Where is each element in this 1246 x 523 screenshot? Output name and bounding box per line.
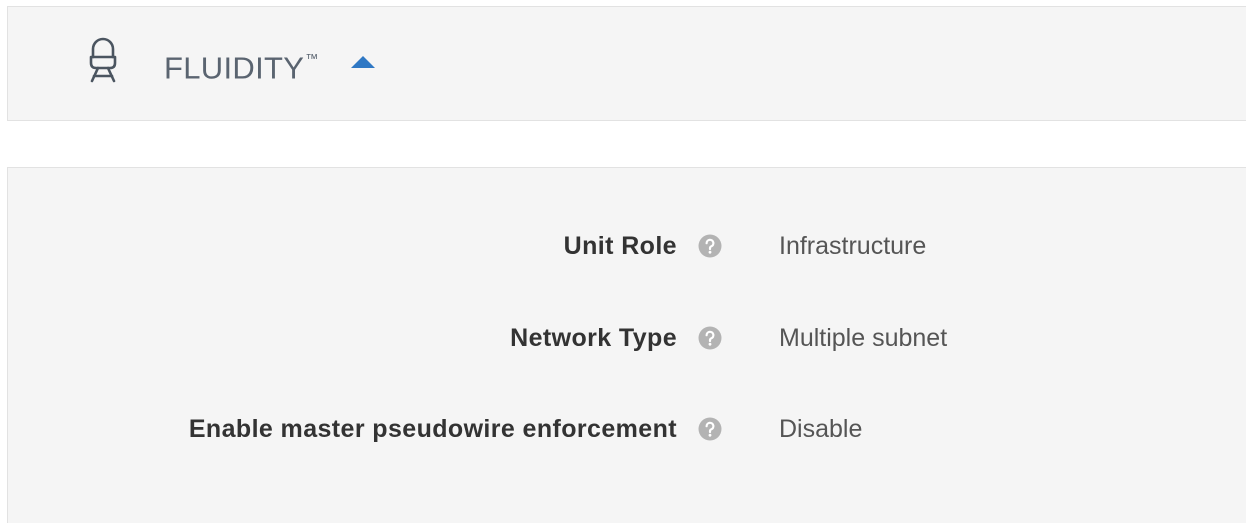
section-title: FLUIDITY™ — [164, 50, 319, 86]
setting-value: Disable — [779, 415, 863, 443]
fluidity-train-icon — [89, 37, 117, 83]
setting-label: Unit Role — [563, 232, 677, 260]
setting-label: Enable master pseudowire enforcement — [188, 415, 677, 443]
setting-row-master-pseudowire-enforcement: Enable master pseudowire enforcement Dis… — [8, 409, 1246, 449]
trademark-symbol: ™ — [305, 51, 319, 66]
setting-value: Multiple subnet — [779, 324, 948, 352]
help-circle-icon[interactable] — [698, 234, 722, 258]
help-circle-icon[interactable] — [698, 417, 722, 441]
help-circle-icon[interactable] — [698, 326, 722, 350]
fluidity-settings-panel: Unit Role Infrastructure Network Type Mu… — [7, 167, 1246, 523]
setting-value: Infrastructure — [779, 232, 927, 260]
setting-label: Network Type — [510, 324, 677, 352]
fluidity-section-header[interactable]: FLUIDITY™ — [7, 6, 1246, 121]
setting-row-network-type: Network Type Multiple subnet — [8, 318, 1246, 358]
setting-row-unit-role: Unit Role Infrastructure — [8, 226, 1246, 266]
caret-up-icon[interactable] — [350, 54, 376, 70]
